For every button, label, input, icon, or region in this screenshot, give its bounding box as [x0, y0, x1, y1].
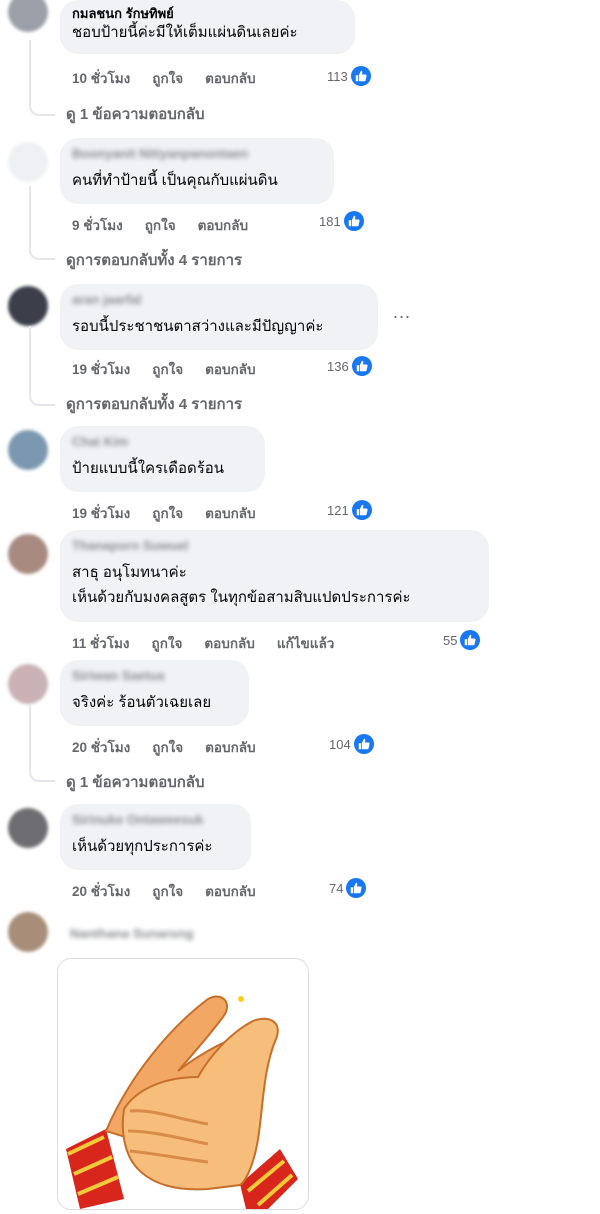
reply-link[interactable]: ตอบกลับ: [205, 736, 255, 758]
more-options-icon[interactable]: ...: [393, 302, 411, 323]
view-replies-link[interactable]: ดู 1 ข้อความตอบกลับ: [66, 102, 205, 126]
like-link[interactable]: ถูกใจ: [152, 736, 183, 758]
reply-link[interactable]: ตอบกลับ: [205, 880, 255, 902]
like-link[interactable]: ถูกใจ: [152, 67, 183, 89]
comment-author[interactable]: aran jaarfal: [72, 292, 366, 308]
comment-bubble: กมลชนก รักษทิพย์ ชอบป้ายนี้ค่ะมีให้เต็มแ…: [60, 0, 355, 54]
avatar[interactable]: [8, 142, 48, 182]
view-replies-link[interactable]: ดูการตอบกลับทั้ง 4 รายการ: [66, 248, 242, 272]
comment-time[interactable]: 20 ชั่วโมง: [72, 880, 130, 902]
view-replies-link[interactable]: ดู 1 ข้อความตอบกลับ: [66, 770, 205, 794]
thread-connector: [29, 40, 55, 116]
reaction-count[interactable]: 55: [443, 630, 481, 650]
comment-author[interactable]: กมลชนก รักษทิพย์: [72, 6, 343, 22]
reply-link[interactable]: ตอบกลับ: [205, 67, 255, 89]
reaction-number: 113: [327, 68, 348, 84]
avatar[interactable]: [8, 534, 48, 574]
like-icon: [353, 734, 374, 754]
reaction-count[interactable]: 113: [327, 66, 371, 86]
comment-author[interactable]: Sirinuke Ontaweesuk: [72, 812, 239, 828]
comment-actions: 19 ชั่วโมง ถูกใจ ตอบกลับ: [72, 502, 278, 524]
comment-bubble: Chai Kim ป้ายแบบนี้ใครเดือดร้อน: [60, 426, 265, 492]
comment-text: ชอบป้ายนี้ค่ะมีให้เต็มแผ่นดินเลยค่ะ: [72, 24, 298, 41]
avatar[interactable]: [8, 912, 48, 952]
like-icon: [350, 66, 371, 86]
like-link[interactable]: ถูกใจ: [152, 502, 183, 524]
comment-text: เห็นด้วยกับมงคลสูตร ในทุกข้อสามสิบแปดประ…: [72, 589, 411, 606]
avatar[interactable]: [8, 808, 48, 848]
comment-time[interactable]: 11 ชั่วโมง: [72, 632, 130, 654]
thread-connector: [29, 326, 55, 406]
comment-text: คนที่ทำป้ายนี้ เป็นคุณกับแผ่นดิน: [72, 172, 278, 189]
comment-actions: 11 ชั่วโมง ถูกใจ ตอบกลับ แก้ไขแล้ว: [72, 632, 356, 654]
avatar[interactable]: [8, 0, 48, 32]
reaction-number: 121: [327, 502, 349, 518]
comment-actions: 20 ชั่วโมง ถูกใจ ตอบกลับ: [72, 736, 278, 758]
comment-text: จริงค่ะ ร้อนตัวเฉยเลย: [72, 694, 212, 711]
like-link[interactable]: ถูกใจ: [152, 358, 183, 380]
comment-actions: 10 ชั่วโมง ถูกใจ ตอบกลับ: [72, 67, 278, 89]
comment-actions: 20 ชั่วโมง ถูกใจ ตอบกลับ: [72, 880, 278, 902]
reaction-count[interactable]: 181: [319, 211, 364, 231]
comment-text: สาธุ อนุโมทนาค่ะ: [72, 564, 187, 581]
comment-bubble: Boonyanit Nitiyanpanontaen คนที่ทำป้ายนี…: [60, 138, 334, 204]
comment-actions: 19 ชั่วโมง ถูกใจ ตอบกลับ: [72, 358, 278, 380]
comment-text: ป้ายแบบนี้ใครเดือดร้อน: [72, 460, 225, 477]
like-icon: [351, 500, 372, 520]
reaction-count[interactable]: 136: [327, 356, 372, 376]
comment-bubble: Siriwan Saetua จริงค่ะ ร้อนตัวเฉยเลย: [60, 660, 249, 726]
like-link[interactable]: ถูกใจ: [145, 214, 176, 236]
reaction-number: 181: [319, 213, 341, 229]
praying-hands-icon: [66, 995, 298, 1209]
comment-time[interactable]: 19 ชั่วโมง: [72, 502, 130, 524]
reply-link[interactable]: ตอบกลับ: [205, 502, 255, 524]
avatar[interactable]: [8, 430, 48, 470]
like-link[interactable]: ถูกใจ: [152, 632, 183, 654]
like-icon: [460, 630, 481, 650]
edited-label: แก้ไขแล้ว: [276, 636, 335, 651]
reaction-count[interactable]: 121: [327, 500, 372, 520]
comment-time[interactable]: 19 ชั่วโมง: [72, 358, 130, 380]
comment-time[interactable]: 10 ชั่วโมง: [72, 67, 130, 89]
comment-author[interactable]: Chai Kim: [72, 434, 253, 450]
like-link[interactable]: ถูกใจ: [152, 880, 183, 902]
comment-author[interactable]: Nanthana Sunarong: [70, 926, 194, 942]
hands-clapping-sticker[interactable]: [57, 958, 309, 1210]
reaction-count[interactable]: 74: [329, 878, 367, 898]
avatar[interactable]: [8, 286, 48, 326]
reaction-number: 55: [443, 632, 458, 648]
like-icon: [343, 211, 364, 231]
reply-link[interactable]: ตอบกลับ: [204, 632, 254, 654]
reaction-number: 74: [329, 880, 344, 896]
comment-author[interactable]: Siriwan Saetua: [72, 668, 237, 684]
thread-connector: [29, 704, 55, 782]
comment-text: รอบนี้ประชาชนตาสว่างและมีปัญญาค่ะ: [72, 318, 324, 335]
avatar[interactable]: [8, 664, 48, 704]
reaction-number: 104: [329, 736, 351, 752]
comment-bubble: aran jaarfal รอบนี้ประชาชนตาสว่างและมีปั…: [60, 284, 378, 350]
comment-time[interactable]: 9 ชั่วโมง: [72, 214, 123, 236]
reply-link[interactable]: ตอบกลับ: [198, 214, 248, 236]
comment-bubble: Thanaporn Suwuel สาธุ อนุโมทนาค่ะ เห็นด้…: [60, 530, 489, 622]
like-icon: [351, 356, 372, 376]
comment-author[interactable]: Thanaporn Suwuel: [72, 538, 477, 554]
reaction-number: 136: [327, 358, 349, 374]
reply-link[interactable]: ตอบกลับ: [205, 358, 255, 380]
thread-connector: [29, 186, 55, 260]
comment-actions: 9 ชั่วโมง ถูกใจ ตอบกลับ: [72, 214, 270, 236]
comment-time[interactable]: 20 ชั่วโมง: [72, 736, 130, 758]
view-replies-link[interactable]: ดูการตอบกลับทั้ง 4 รายการ: [66, 392, 242, 416]
like-icon: [346, 878, 367, 898]
comment-bubble: Sirinuke Ontaweesuk เห็นด้วยทุกประการค่ะ: [60, 804, 251, 870]
reaction-count[interactable]: 104: [329, 734, 374, 754]
comment-author[interactable]: Boonyanit Nitiyanpanontaen: [72, 146, 322, 162]
comment-text: เห็นด้วยทุกประการค่ะ: [72, 838, 213, 855]
